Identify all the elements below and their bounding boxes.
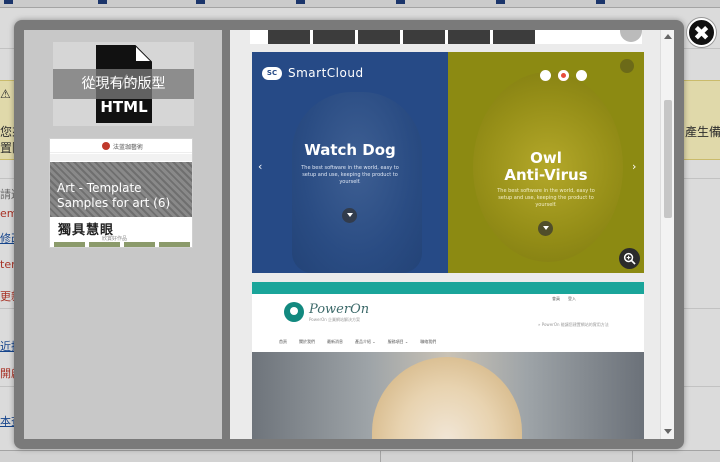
poweron-tagline: PowerOn 企業網站解決方案	[309, 317, 361, 322]
poweron-top-link[interactable]: 登入	[568, 296, 576, 302]
art-logo-text: 法蓝珈藝術	[113, 144, 144, 151]
menu-icon[interactable]	[620, 59, 634, 73]
poweron-logo-icon	[284, 302, 304, 322]
close-button[interactable]: ✖	[687, 18, 716, 47]
close-icon: ✖	[693, 20, 710, 45]
template-card-art[interactable]: 法蓝珈藝術 Art - Template Samples for art (6)…	[49, 138, 193, 248]
poweron-top-bar	[252, 282, 644, 294]
art-thumbnails	[54, 242, 190, 247]
zoom-in-icon	[623, 252, 636, 265]
art-logo-icon	[102, 142, 110, 150]
poweron-top-links: 會員 登入	[552, 296, 576, 302]
slide-next-arrow[interactable]: ›	[632, 160, 636, 173]
smartcloud-brand: SC SmartCloud	[262, 66, 364, 80]
slide-1-title: Watch Dog	[304, 141, 396, 159]
poweron-nav-item[interactable]: 服務項目 ⌄	[388, 339, 409, 345]
template-card-label: Art - Template Samples for art (6)	[57, 181, 171, 210]
scroll-down-arrow-icon[interactable]	[664, 429, 672, 434]
poweron-nav-item[interactable]: 最新消息	[327, 339, 343, 345]
preview-strip-previous	[250, 30, 642, 44]
zoom-icon[interactable]	[620, 30, 642, 42]
smartcloud-header-icons	[540, 70, 587, 81]
flag-icon[interactable]	[558, 70, 569, 81]
poweron-top-link[interactable]: 會員	[552, 296, 560, 302]
art-subtitle: 欣賞好作品	[102, 236, 128, 242]
poweron-nav-item[interactable]: 聯絡我們	[420, 339, 436, 345]
smartcloud-slide-2: Owl Anti-Virus The best software in the …	[448, 52, 644, 273]
slide-1-desc: The best software in the world, easy to …	[301, 165, 399, 185]
scrollbar-thumb[interactable]	[664, 100, 672, 218]
slide-2-desc: The best software in the world, easy to …	[497, 188, 595, 208]
smartcloud-slide-1: SC SmartCloud ‹ Watch Dog The best softw…	[252, 52, 448, 273]
slide-1-down-button[interactable]	[342, 208, 357, 223]
template-card-html[interactable]: </> HTML 從現有的版型	[53, 42, 194, 126]
smartcloud-brand-name: SmartCloud	[288, 66, 364, 80]
preview-smartcloud[interactable]: SC SmartCloud ‹ Watch Dog The best softw…	[252, 52, 644, 273]
poweron-nav-item[interactable]: 產品介紹 ⌄	[355, 339, 376, 345]
preview-poweron[interactable]: 會員 登入 PowerOn PowerOn 企業網站解決方案 » PowerOn…	[252, 282, 644, 439]
poweron-logo-text: PowerOn	[309, 302, 370, 317]
preview-scrollbar[interactable]	[660, 30, 674, 439]
scroll-up-arrow-icon[interactable]	[664, 34, 672, 39]
slide-2-down-button[interactable]	[538, 221, 553, 236]
art-site-menu	[50, 154, 192, 161]
slide-prev-arrow[interactable]: ‹	[258, 160, 262, 173]
poweron-nav-item[interactable]: 首頁	[279, 339, 287, 345]
location-icon[interactable]	[540, 70, 551, 81]
template-preview-pane: SC SmartCloud ‹ Watch Dog The best softw…	[230, 30, 674, 439]
smartcloud-logo-icon: SC	[262, 66, 282, 80]
preview-zoom-button[interactable]	[619, 248, 640, 269]
slide-2-title: Owl Anti-Virus	[504, 149, 588, 184]
poweron-nav: 首頁 關於我們 最新消息 產品介紹 ⌄ 服務項目 ⌄ 聯絡我們	[279, 339, 436, 345]
user-icon[interactable]	[576, 70, 587, 81]
poweron-nav-item[interactable]: 關於我們	[299, 339, 315, 345]
template-card-label: 從現有的版型	[53, 69, 194, 99]
poweron-breadcrumb: » PowerOn 能讓您建置網站的實用方法	[538, 322, 609, 327]
html-icon-text: HTML	[100, 98, 148, 116]
